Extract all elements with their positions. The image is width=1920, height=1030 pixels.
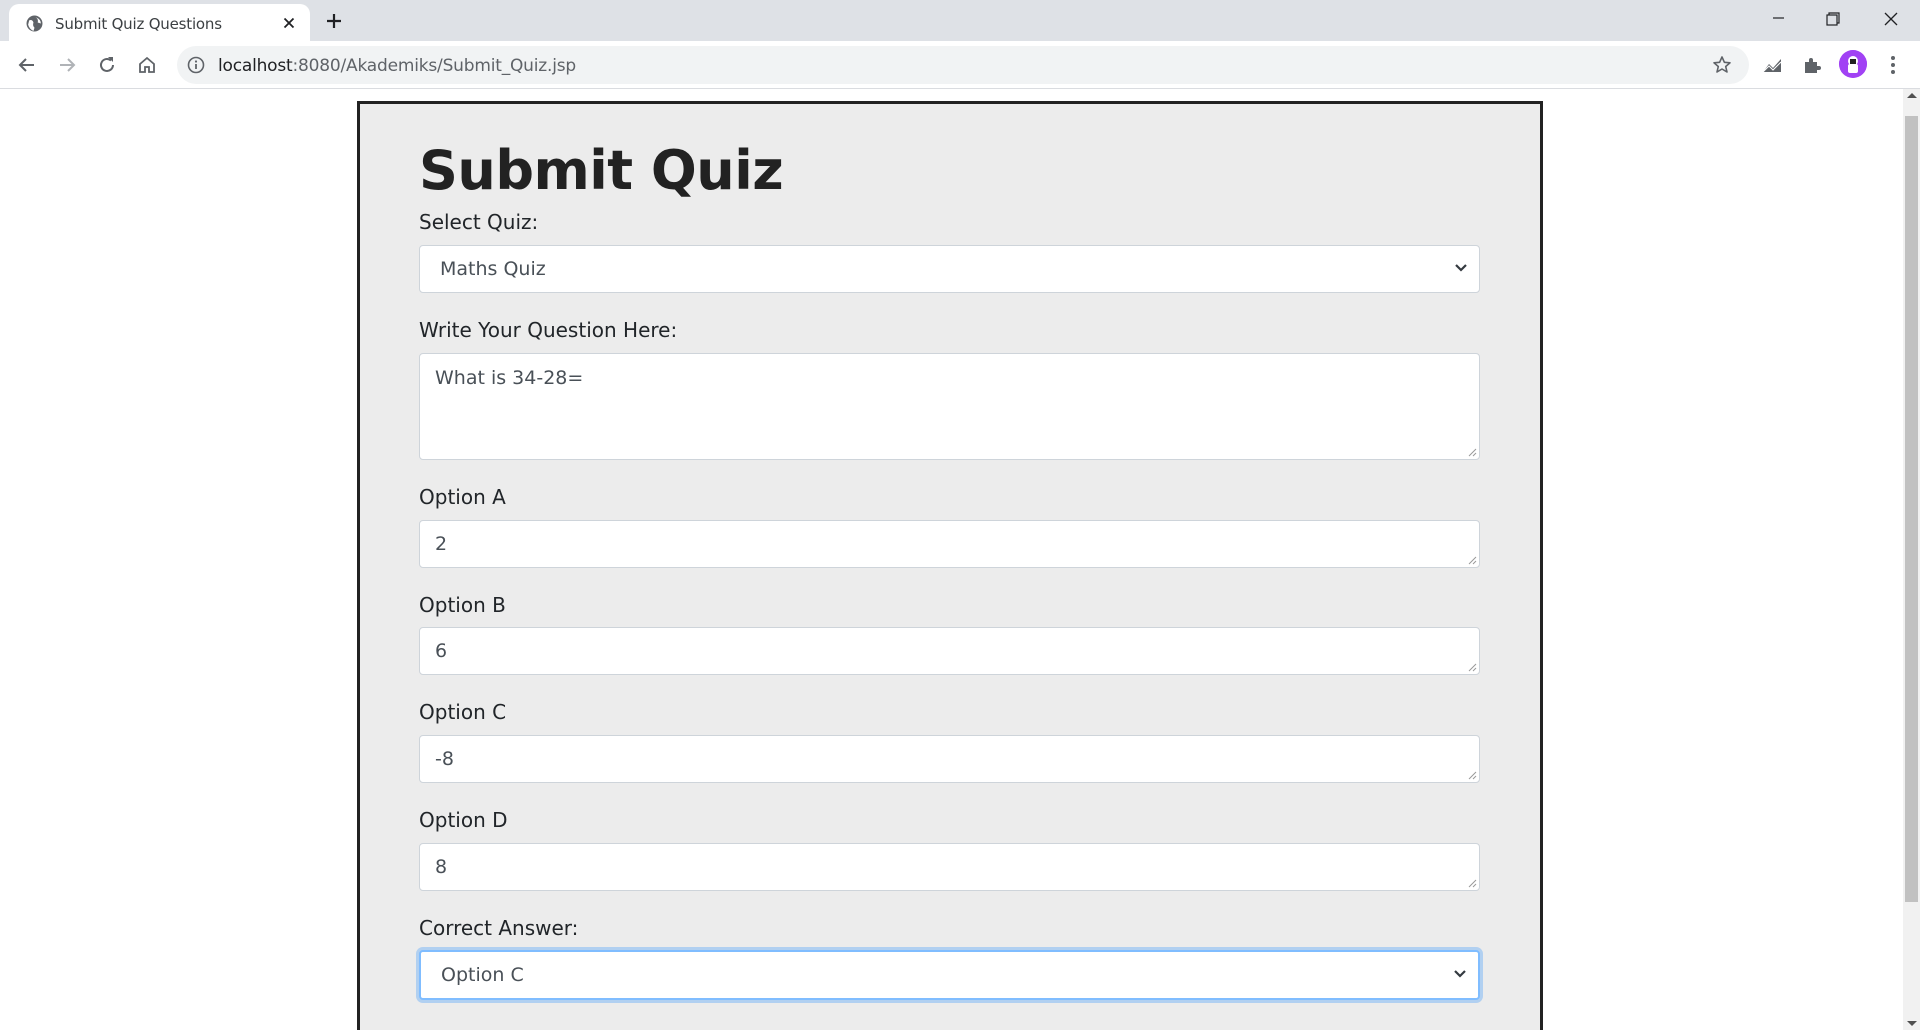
option-b-input[interactable]: 6 (419, 627, 1480, 675)
correct-answer-dropdown[interactable]: Option C (419, 950, 1480, 1000)
scroll-down-arrow-icon[interactable] (1907, 1021, 1917, 1026)
select-quiz-dropdown[interactable]: Maths Quiz (419, 245, 1480, 293)
option-d-label: Option D (419, 808, 508, 832)
close-tab-icon[interactable] (280, 14, 298, 32)
globe-icon (26, 15, 43, 32)
resize-grip-icon[interactable] (1467, 447, 1477, 457)
option-d-value: 8 (435, 856, 448, 878)
menu-kebab-icon[interactable] (1882, 54, 1904, 76)
url-path: :8080/Akademiks/Submit_Quiz.jsp (292, 56, 577, 76)
resize-grip-icon[interactable] (1467, 662, 1477, 672)
page-viewport: Submit Quiz Select Quiz: Maths Quiz Writ… (0, 89, 1920, 1030)
profile-avatar[interactable] (1839, 50, 1867, 78)
minimize-icon[interactable] (1755, 6, 1801, 36)
option-a-label: Option A (419, 485, 506, 509)
question-value: What is 34-28= (435, 367, 584, 389)
browser-toolbar: localhost:8080/Akademiks/Submit_Quiz.jsp (0, 41, 1920, 89)
forward-icon[interactable] (56, 54, 78, 76)
new-tab-icon[interactable] (324, 11, 344, 31)
tab-title: Submit Quiz Questions (55, 15, 222, 33)
resize-grip-icon[interactable] (1467, 878, 1477, 888)
option-b-label: Option B (419, 593, 506, 617)
question-textarea[interactable]: What is 34-28= (419, 353, 1480, 460)
select-quiz-value: Maths Quiz (440, 258, 546, 280)
back-icon[interactable] (16, 54, 38, 76)
option-d-input[interactable]: 8 (419, 843, 1480, 891)
resize-grip-icon[interactable] (1467, 555, 1477, 565)
option-c-label: Option C (419, 700, 507, 724)
tab-strip: Submit Quiz Questions (0, 0, 1920, 41)
vertical-scrollbar[interactable] (1903, 89, 1920, 1030)
select-quiz-label: Select Quiz: (419, 210, 539, 234)
option-b-value: 6 (435, 640, 448, 662)
address-bar[interactable]: localhost:8080/Akademiks/Submit_Quiz.jsp (177, 46, 1749, 84)
close-window-icon[interactable] (1868, 6, 1914, 36)
restore-icon[interactable] (1810, 6, 1856, 36)
analytics-extension-icon[interactable] (1761, 54, 1783, 76)
info-icon[interactable] (187, 56, 205, 74)
chevron-down-icon (1455, 264, 1467, 272)
home-icon[interactable] (136, 54, 158, 76)
option-c-value: -8 (435, 748, 454, 770)
browser-tab[interactable]: Submit Quiz Questions (9, 4, 310, 41)
option-a-value: 2 (435, 533, 448, 555)
reload-icon[interactable] (96, 54, 118, 76)
correct-answer-value: Option C (441, 964, 524, 986)
extensions-puzzle-icon[interactable] (1801, 54, 1823, 76)
correct-answer-label: Correct Answer: (419, 916, 579, 940)
option-a-input[interactable]: 2 (419, 520, 1480, 568)
scroll-up-arrow-icon[interactable] (1907, 93, 1917, 98)
question-label: Write Your Question Here: (419, 318, 678, 342)
avatar-icon (1839, 50, 1867, 78)
url-text: localhost:8080/Akademiks/Submit_Quiz.jsp (218, 56, 576, 76)
url-host: localhost (218, 56, 293, 76)
option-c-input[interactable]: -8 (419, 735, 1480, 783)
page-title: Submit Quiz (419, 139, 784, 202)
bookmark-star-icon[interactable] (1712, 55, 1732, 75)
chevron-down-icon (1454, 970, 1466, 978)
submit-quiz-form: Submit Quiz Select Quiz: Maths Quiz Writ… (357, 101, 1543, 1030)
scrollbar-thumb[interactable] (1905, 116, 1918, 902)
resize-grip-icon[interactable] (1467, 770, 1477, 780)
